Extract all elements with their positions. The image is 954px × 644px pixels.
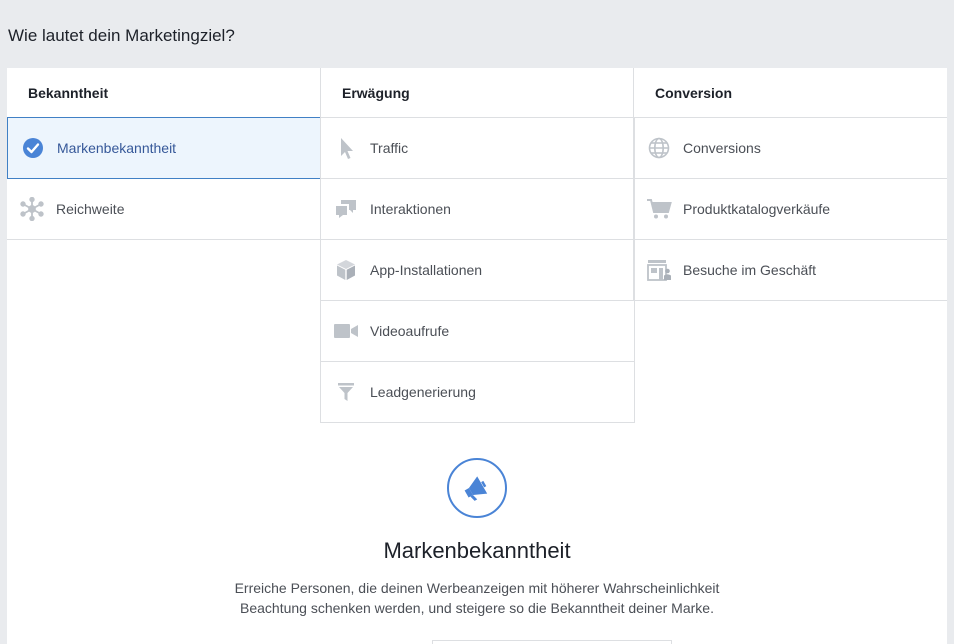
page-title: Wie lautet dein Marketingziel? [8, 26, 235, 45]
video-camera-icon [333, 318, 359, 344]
column-awareness: Bekanntheit Markenbekanntheit Reichweite [7, 68, 321, 240]
column-conversion: Conversion Conversions Produktkatalogver… [633, 68, 947, 301]
funnel-icon [333, 379, 359, 405]
objective-brand-awareness[interactable]: Markenbekanntheit [7, 117, 321, 179]
objective-panel: Bekanntheit Markenbekanntheit Reichweite… [7, 68, 947, 644]
detail-description: Erreiche Personen, die deinen Werbeanzei… [234, 580, 720, 616]
objective-traffic[interactable]: Traffic [321, 118, 635, 179]
objective-conversions[interactable]: Conversions [634, 118, 947, 179]
cursor-icon [333, 135, 359, 161]
column-heading-consideration: Erwägung [321, 68, 634, 118]
cube-icon [333, 257, 359, 283]
objective-label: Besuche im Geschäft [683, 262, 817, 278]
objective-label: Interaktionen [370, 201, 451, 217]
objective-app-installs[interactable]: App-Installationen [321, 240, 635, 301]
store-icon [646, 257, 672, 283]
column-heading-awareness: Bekanntheit [7, 68, 321, 118]
objective-reach[interactable]: Reichweite [7, 179, 321, 240]
detail-title: Markenbekanntheit [383, 538, 571, 563]
objective-label: Conversions [683, 140, 761, 156]
objective-video-views[interactable]: Videoaufrufe [321, 301, 635, 362]
objective-label: Traffic [370, 140, 409, 156]
objective-label: App-Installationen [370, 262, 483, 278]
column-heading-conversion: Conversion [634, 68, 947, 118]
objective-label: Markenbekanntheit [57, 140, 177, 156]
objective-detail: Markenbekanntheit Erreiche Personen, die… [7, 458, 947, 618]
reach-icon [19, 196, 45, 222]
campaign-name-field[interactable] [432, 640, 672, 644]
objective-label: Videoaufrufe [370, 323, 450, 339]
objective-label: Produktkatalogverkäufe [683, 201, 831, 217]
shopping-cart-icon [646, 196, 672, 222]
objective-catalog-sales[interactable]: Produktkatalogverkäufe [634, 179, 947, 240]
column-consideration: Erwägung Traffic Interaktionen App-Insta… [320, 68, 635, 423]
chat-bubbles-icon [333, 196, 359, 222]
objective-store-visits[interactable]: Besuche im Geschäft [634, 240, 947, 301]
objective-label: Reichweite [56, 201, 125, 217]
megaphone-icon [447, 458, 507, 518]
objective-engagement[interactable]: Interaktionen [321, 179, 635, 240]
objective-label: Leadgenerierung [370, 384, 476, 400]
check-circle-icon [20, 135, 46, 161]
globe-icon [646, 135, 672, 161]
objective-lead-generation[interactable]: Leadgenerierung [321, 362, 635, 423]
